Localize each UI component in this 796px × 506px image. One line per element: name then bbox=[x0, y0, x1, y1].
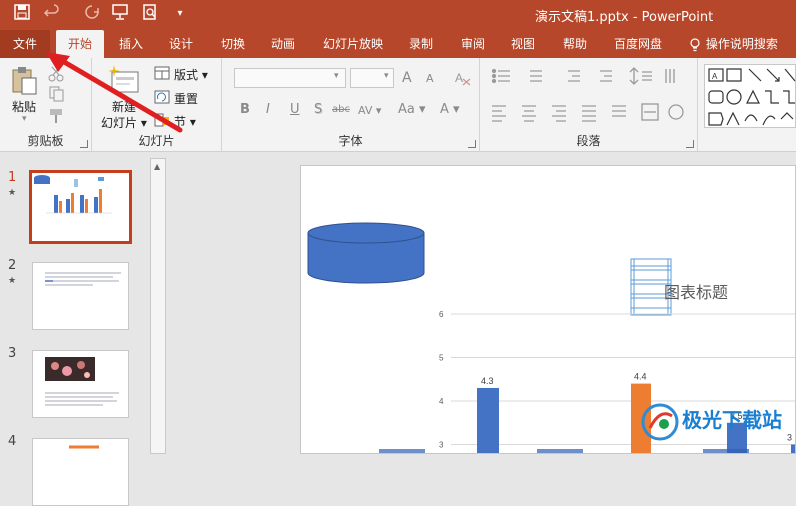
watermark-text: 极光下载站 bbox=[682, 408, 782, 432]
slide-number: 2 bbox=[8, 258, 17, 273]
slide-1-preview bbox=[34, 175, 112, 214]
svg-text:A: A bbox=[712, 72, 718, 81]
drawing-group: A bbox=[698, 58, 796, 152]
animation-star-icon: ★ bbox=[8, 276, 17, 286]
paste-icon[interactable] bbox=[10, 66, 38, 96]
slide-3-preview bbox=[45, 357, 119, 406]
print-preview-icon[interactable] bbox=[140, 4, 160, 24]
slide-2-preview bbox=[45, 272, 121, 286]
tab-baidu-netdisk[interactable]: 百度网盘 bbox=[610, 30, 666, 58]
tab-slideshow[interactable]: 幻灯片放映 bbox=[318, 30, 388, 58]
red-arrow-annotation bbox=[46, 52, 183, 133]
paragraph-launcher-icon[interactable] bbox=[686, 140, 694, 148]
tab-view[interactable]: 视图 bbox=[502, 30, 544, 58]
font-name-dropdown-icon[interactable]: ▾ bbox=[334, 71, 339, 81]
slide-thumbnail-2[interactable] bbox=[32, 262, 129, 330]
animation-star-icon: ★ bbox=[8, 188, 17, 198]
y-tick-label: 5 bbox=[439, 354, 444, 363]
title-bar: ▾ 演示文稿1.pptx - PowerPoint bbox=[0, 0, 796, 30]
paste-dropdown-icon[interactable]: ▾ bbox=[22, 114, 27, 124]
watermark: 极光下载站 bbox=[640, 400, 796, 454]
window-title: 演示文稿1.pptx - PowerPoint bbox=[535, 10, 714, 25]
slide-thumbnail-pane: 1 ★ 2 ★ 3 4 bbox=[0, 152, 168, 506]
y-tick-label: 3 bbox=[439, 441, 444, 450]
slide-thumbnail-3[interactable] bbox=[32, 350, 129, 418]
paragraph-group-label: 段落 bbox=[576, 134, 601, 148]
underline-button[interactable]: U bbox=[290, 102, 300, 117]
font-launcher-icon[interactable] bbox=[468, 140, 476, 148]
character-spacing-button[interactable]: AV ▾ bbox=[358, 104, 381, 117]
watermark-logo-icon bbox=[641, 403, 679, 441]
y-tick-label: 4 bbox=[439, 397, 444, 406]
shapes-icon: A bbox=[708, 68, 796, 126]
slide-thumbnail-4[interactable] bbox=[32, 438, 129, 506]
customize-qat-icon[interactable]: ▾ bbox=[170, 4, 190, 24]
svg-text:A: A bbox=[455, 71, 463, 85]
thumbnail-scrollbar[interactable]: ▲ bbox=[150, 158, 166, 454]
shadow-button[interactable]: S bbox=[314, 102, 322, 117]
shapes-gallery[interactable]: A bbox=[704, 64, 796, 128]
slide-number: 3 bbox=[8, 346, 17, 361]
bold-button[interactable]: B bbox=[240, 102, 250, 117]
save-icon[interactable] bbox=[12, 4, 32, 24]
slide-number: 1 bbox=[8, 170, 17, 185]
chart-bar[interactable] bbox=[477, 387, 499, 454]
lightbulb-icon bbox=[688, 30, 702, 58]
category-text-fragment bbox=[537, 449, 583, 453]
clipboard-launcher-icon[interactable] bbox=[80, 140, 88, 148]
paragraph-group: 段落 bbox=[480, 58, 698, 152]
tab-help[interactable]: 帮助 bbox=[554, 30, 596, 58]
clear-format-icon[interactable]: A bbox=[454, 70, 472, 86]
font-name-field[interactable] bbox=[234, 68, 346, 88]
paste-button[interactable]: 粘贴 bbox=[12, 98, 36, 115]
strikethrough-button[interactable]: abc bbox=[332, 104, 350, 115]
tab-transitions[interactable]: 切换 bbox=[212, 30, 254, 58]
tab-animations[interactable]: 动画 bbox=[262, 30, 304, 58]
redo-icon[interactable] bbox=[82, 4, 102, 24]
undo-icon[interactable] bbox=[42, 4, 62, 24]
font-group-label: 字体 bbox=[338, 134, 363, 148]
slide-thumbnail-1[interactable] bbox=[29, 170, 132, 244]
paragraph-controls[interactable] bbox=[490, 66, 690, 136]
tell-me-label: 操作说明搜索 bbox=[705, 37, 778, 51]
italic-button[interactable]: I bbox=[266, 102, 270, 117]
tell-me-search[interactable]: 操作说明搜索 bbox=[688, 30, 794, 58]
grow-font-button[interactable]: A bbox=[402, 70, 412, 86]
tab-review[interactable]: 审阅 bbox=[452, 30, 494, 58]
y-tick-label: 6 bbox=[439, 310, 444, 319]
slide-number: 4 bbox=[8, 434, 17, 449]
font-group: ▾ ▾ A A A B I U S abc AV ▾ Aa ▾ A ▾ 字体 bbox=[222, 58, 480, 152]
tab-record[interactable]: 录制 bbox=[400, 30, 442, 58]
font-color-button[interactable]: A ▾ bbox=[440, 102, 460, 117]
shrink-font-button[interactable]: A bbox=[426, 72, 434, 85]
data-label: 4.3 bbox=[481, 376, 494, 386]
scroll-up-icon[interactable]: ▲ bbox=[154, 162, 160, 171]
font-size-dropdown-icon[interactable]: ▾ bbox=[384, 71, 389, 81]
data-label: 4.4 bbox=[634, 372, 647, 382]
start-from-beginning-icon[interactable] bbox=[110, 4, 130, 24]
slide-4-preview bbox=[69, 445, 99, 449]
category-text-fragment bbox=[379, 449, 425, 453]
change-case-button[interactable]: Aa ▾ bbox=[398, 102, 426, 117]
